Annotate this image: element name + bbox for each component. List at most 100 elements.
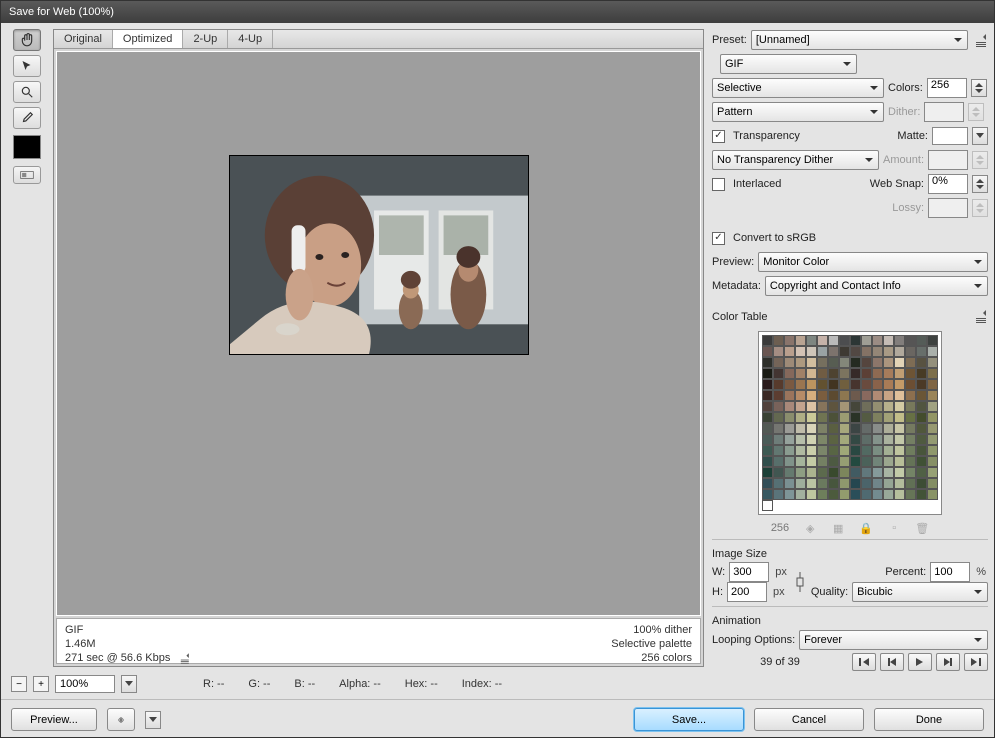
color-table-swatch[interactable] [817,368,828,379]
color-table-swatch[interactable] [806,357,817,368]
snap-to-web-icon[interactable]: ◈ [803,521,817,535]
color-table-swatch[interactable] [839,423,850,434]
color-table-swatch[interactable] [872,379,883,390]
color-table-swatch[interactable] [905,423,916,434]
hand-tool[interactable] [13,29,41,51]
color-table-swatch[interactable] [883,434,894,445]
color-table-swatch[interactable] [839,434,850,445]
color-table-swatch[interactable] [927,467,938,478]
color-table-swatch[interactable] [762,434,773,445]
color-table-swatch[interactable] [784,390,795,401]
save-button[interactable]: Save... [634,708,744,731]
color-table-swatch[interactable] [927,368,938,379]
color-table-swatch[interactable] [773,489,784,500]
color-table-swatch[interactable] [773,357,784,368]
color-table-swatch[interactable] [839,390,850,401]
color-table-swatch[interactable] [828,379,839,390]
color-table-swatch[interactable] [916,335,927,346]
color-table-swatch[interactable] [806,445,817,456]
color-table-swatch[interactable] [861,346,872,357]
color-table-swatch[interactable] [861,412,872,423]
color-table-swatch[interactable] [916,456,927,467]
color-table-swatch[interactable] [806,489,817,500]
color-table-swatch[interactable] [828,412,839,423]
color-table-swatch[interactable] [861,489,872,500]
color-table-swatch[interactable] [817,489,828,500]
color-table-swatch[interactable] [916,423,927,434]
color-table-swatch[interactable] [894,412,905,423]
color-table-swatch[interactable] [784,412,795,423]
color-table-swatch[interactable] [828,357,839,368]
color-table-swatch[interactable] [850,368,861,379]
color-table-swatch[interactable] [806,456,817,467]
color-table-swatch[interactable] [916,467,927,478]
color-table-swatch[interactable] [861,434,872,445]
color-table-swatch[interactable] [872,401,883,412]
color-table-swatch[interactable] [795,346,806,357]
color-table-swatch[interactable] [883,401,894,412]
tab-4up[interactable]: 4-Up [228,30,273,48]
play-button[interactable] [908,653,932,671]
color-table-swatch[interactable] [905,445,916,456]
color-table[interactable] [758,331,942,515]
color-table-swatch[interactable] [850,489,861,500]
color-table-swatch[interactable] [784,423,795,434]
color-table-swatch[interactable] [795,335,806,346]
color-table-swatch[interactable] [905,390,916,401]
color-table-swatch[interactable] [839,368,850,379]
color-table-swatch[interactable] [850,401,861,412]
colors-stepper[interactable] [971,79,987,97]
color-table-swatch[interactable] [762,346,773,357]
color-table-swatch[interactable] [773,346,784,357]
color-table-swatch[interactable] [828,423,839,434]
download-time-menu-icon[interactable] [178,652,191,663]
color-table-swatch[interactable] [762,335,773,346]
color-table-swatch[interactable] [806,423,817,434]
matte-color-swatch[interactable] [932,127,968,145]
color-table-swatch[interactable] [773,456,784,467]
color-table-swatch[interactable] [916,412,927,423]
color-table-swatch[interactable] [883,456,894,467]
color-table-swatch[interactable] [806,412,817,423]
eyedropper-color-swatch[interactable] [13,135,41,159]
delete-color-icon[interactable]: 🗑 [915,521,929,535]
color-table-swatch[interactable] [817,379,828,390]
color-table-swatch[interactable] [872,335,883,346]
color-table-swatch[interactable] [784,368,795,379]
color-table-swatch[interactable] [762,379,773,390]
matte-dropdown[interactable] [972,127,988,145]
color-table-swatch[interactable] [872,368,883,379]
color-table-swatch[interactable] [784,489,795,500]
color-table-swatch[interactable] [894,346,905,357]
color-table-swatch[interactable] [883,390,894,401]
color-table-swatch[interactable] [905,368,916,379]
color-table-swatch[interactable] [850,412,861,423]
height-input[interactable] [727,582,767,602]
color-table-swatch[interactable] [861,368,872,379]
color-table-swatch[interactable] [773,423,784,434]
color-table-swatch[interactable] [894,456,905,467]
color-table-swatch[interactable] [795,379,806,390]
color-table-swatch[interactable] [927,423,938,434]
preview-button[interactable]: Preview... [11,708,97,731]
color-table-swatch[interactable] [773,379,784,390]
color-table-swatch[interactable] [795,467,806,478]
done-button[interactable]: Done [874,708,984,731]
color-table-swatch[interactable] [784,445,795,456]
color-table-swatch[interactable] [806,335,817,346]
color-table-swatch[interactable] [916,390,927,401]
color-table-swatch[interactable] [806,478,817,489]
color-table-swatch[interactable] [850,346,861,357]
transparency-dither-dropdown[interactable]: No Transparency Dither [712,150,879,170]
color-table-swatch[interactable] [784,335,795,346]
color-table-swatch[interactable] [795,478,806,489]
color-table-swatch[interactable] [872,423,883,434]
color-table-swatch[interactable] [894,335,905,346]
color-table-swatch[interactable] [894,467,905,478]
color-table-swatch[interactable] [784,434,795,445]
color-table-swatch[interactable] [795,357,806,368]
color-table-swatch[interactable] [850,379,861,390]
color-table-swatch[interactable] [927,390,938,401]
web-snap-stepper[interactable] [972,175,988,193]
color-table-swatch[interactable] [828,456,839,467]
